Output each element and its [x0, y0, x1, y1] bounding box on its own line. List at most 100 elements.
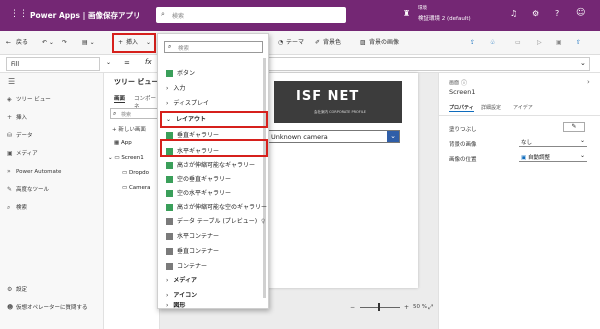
- chevron-right-icon: ›: [166, 100, 169, 107]
- container-icon: [166, 263, 173, 270]
- paste-icon[interactable]: ▤ ⌄: [82, 37, 95, 49]
- logo-image[interactable]: ISF NET 会社案内 CORPORATE PROFILE: [274, 81, 402, 123]
- menu-item-container[interactable]: コンテナー: [166, 260, 276, 274]
- chevron-down-icon: ⌄: [579, 137, 585, 144]
- image-position-select[interactable]: ▣ 自動調整 ⌄: [519, 152, 587, 162]
- insert-plus-icon[interactable]: +: [118, 37, 123, 49]
- zoom-slider[interactable]: [360, 307, 400, 308]
- menu-item-flexible-gallery[interactable]: 高さが伸縮可能なギャラリー: [166, 159, 276, 173]
- tools-icon: ✎: [7, 186, 13, 193]
- save-icon[interactable]: ▣: [556, 37, 562, 49]
- insert-button[interactable]: 挿入: [126, 37, 138, 49]
- property-selector[interactable]: Fill: [6, 57, 100, 71]
- undo-icon[interactable]: ↶ ⌄: [42, 37, 54, 49]
- back-arrow-icon[interactable]: ←: [6, 37, 11, 49]
- checker-icon[interactable]: ♧: [490, 37, 495, 49]
- screen-canvas[interactable]: ISF NET 会社案内 CORPORATE PROFILE Unknown c…: [258, 73, 418, 288]
- zoom-plus-icon[interactable]: +: [404, 304, 409, 311]
- menu-group-display[interactable]: › ディスプレイ: [166, 97, 276, 111]
- bg-image-select[interactable]: なし ⌄: [519, 137, 587, 147]
- gallery-icon: [166, 132, 173, 139]
- property-name: Fill: [11, 61, 20, 68]
- nav-virtual-agent[interactable]: ☻ 仮想オペレーターに質問する: [7, 303, 102, 313]
- menu-item-data-table[interactable]: データ テーブル (プレビュー) ♀: [166, 215, 276, 229]
- nav-media[interactable]: ▣ メディア: [7, 149, 102, 159]
- share-icon[interactable]: ⇪: [470, 37, 475, 49]
- menu-group-media[interactable]: › メディア: [166, 274, 276, 288]
- fullscreen-icon[interactable]: ⤢: [428, 303, 433, 312]
- command-bar: ← 戻る ↶ ⌄ ↷ ▤ ⌄ + 挿入 ⌄ ◔ テーマ ✐ 背景色 ▨ 背景の画…: [0, 31, 600, 55]
- chevron-down-icon[interactable]: ⌄: [387, 131, 399, 142]
- back-button[interactable]: 戻る: [16, 37, 28, 49]
- tab-ideas[interactable]: アイデア: [513, 104, 533, 111]
- chevron-right-icon[interactable]: ›: [587, 78, 590, 86]
- tree-search[interactable]: ⌕ 検索: [110, 108, 160, 119]
- tab-properties[interactable]: プロパティ: [449, 104, 474, 112]
- fill-color-picker[interactable]: ✎: [563, 122, 585, 132]
- search-icon: ⌕: [113, 110, 117, 117]
- bg-color-icon: ✐: [315, 39, 321, 46]
- hamburger-icon[interactable]: ☰: [8, 77, 15, 86]
- zoom-minus-icon[interactable]: −: [350, 304, 355, 311]
- nav-search[interactable]: ⌕ 検索: [7, 203, 102, 213]
- table-icon: [166, 218, 173, 225]
- tab-screens[interactable]: 画面: [114, 94, 126, 103]
- theme-button[interactable]: テーマ: [286, 37, 304, 49]
- new-screen-button[interactable]: + 新しい画面: [112, 125, 146, 133]
- help-icon[interactable]: ⓘ: [461, 78, 467, 87]
- zoom-level: 50 %: [413, 304, 427, 310]
- left-nav: ☰ ◈ ツリー ビュー + 挿入 ⛁ データ ▣ メディア » Power Automat…: [0, 73, 104, 329]
- chevron-down-icon[interactable]: ⌄: [106, 59, 111, 66]
- tree-item-camera[interactable]: ▭ Camera: [122, 185, 151, 191]
- play-icon[interactable]: ▷: [537, 37, 542, 49]
- camera-dropdown[interactable]: Unknown camera ⌄: [266, 130, 400, 143]
- redo-icon[interactable]: ↷: [62, 37, 67, 49]
- menu-item-button[interactable]: ボタン: [166, 67, 276, 81]
- flow-icon: »: [7, 168, 11, 175]
- expand-chevron-icon[interactable]: ⌄: [580, 59, 586, 67]
- fx-label: fx: [145, 58, 152, 66]
- menu-item-blank-horizontal-gallery[interactable]: 空の水平ギャラリー: [166, 187, 276, 201]
- bg-color-button[interactable]: 背景色: [323, 37, 341, 49]
- nav-settings[interactable]: ⚙ 設定: [7, 285, 102, 295]
- nav-insert[interactable]: + 挿入: [7, 113, 102, 123]
- image-position-label: 画像の位置: [449, 157, 477, 163]
- button-icon: [166, 70, 173, 77]
- menu-item-blank-flexible-gallery[interactable]: 高さが伸縮可能な空のギャラリー: [166, 201, 276, 215]
- camera-select-value: Unknown camera: [271, 133, 328, 141]
- menu-item-blank-vertical-gallery[interactable]: 空の垂直ギャラリー: [166, 173, 276, 187]
- nav-tree-view[interactable]: ◈ ツリー ビュー: [7, 95, 102, 105]
- menu-item-vertical-container[interactable]: 垂直コンテナー: [166, 245, 276, 259]
- logo-text: ISF NET: [296, 89, 360, 104]
- app-header: ⋮⋮ Power Apps | 画像保存アプリ ⌕ 検索 ♜ 環境 検証環境 2…: [0, 0, 600, 31]
- chevron-right-icon: ›: [166, 292, 169, 299]
- tree-item-screen1[interactable]: ⌄ ▭ Screen1: [108, 155, 144, 161]
- tab-advanced[interactable]: 詳細設定: [481, 104, 501, 111]
- comment-icon[interactable]: ▭: [515, 37, 521, 49]
- nav-data[interactable]: ⛁ データ: [7, 131, 102, 141]
- waffle-icon[interactable]: ⋮⋮: [10, 9, 28, 19]
- chevron-down-icon: ⌄: [579, 152, 585, 159]
- menu-group-shapes[interactable]: › 図形: [166, 302, 276, 309]
- gallery-icon: [166, 204, 173, 211]
- menu-group-icons[interactable]: › アイコン: [166, 289, 276, 303]
- global-search[interactable]: ⌕ 検索: [156, 7, 346, 23]
- bg-image-button[interactable]: 背景の画像: [369, 37, 399, 49]
- env-name[interactable]: 検証環境 2 (default): [418, 14, 471, 22]
- publish-icon[interactable]: ⇧: [576, 37, 581, 49]
- user-icon[interactable]: ☺: [576, 8, 585, 18]
- insert-search-input[interactable]: ⌕ 検索: [164, 41, 263, 53]
- bell-icon[interactable]: ♫: [510, 9, 517, 18]
- zoom-thumb[interactable]: [378, 303, 380, 311]
- help-icon[interactable]: ?: [555, 9, 559, 18]
- menu-item-horizontal-container[interactable]: 水平コンテナー: [166, 230, 276, 244]
- nav-advanced-tools[interactable]: ✎ 高度なツール: [7, 185, 102, 195]
- nav-power-automate[interactable]: » Power Automate: [7, 167, 102, 177]
- tree-view-panel: ツリー ビュー 画面 コンポーネ ⌕ 検索 + 新しい画面 ▦ App ⌄ ▭ …: [104, 73, 160, 329]
- tree-item-app[interactable]: ▦ App: [114, 140, 132, 146]
- tree-item-dropdown[interactable]: ▭ Dropdo: [122, 170, 149, 176]
- menu-group-input[interactable]: › 入力: [166, 82, 276, 96]
- gear-icon[interactable]: ⚙: [532, 9, 539, 18]
- screen-name: Screen1: [449, 88, 476, 96]
- formula-bar: Fill ⌄ = fx ⌄: [0, 55, 600, 73]
